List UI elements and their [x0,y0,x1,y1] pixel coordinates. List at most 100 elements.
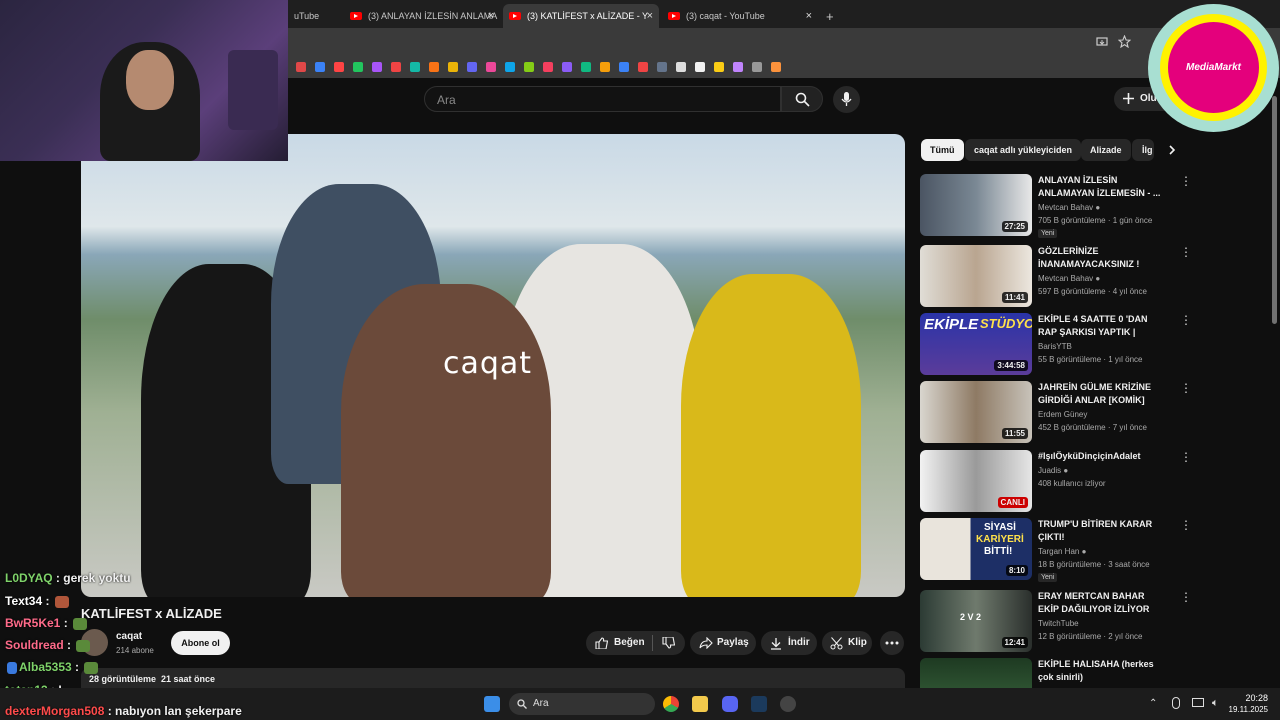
chrome-icon[interactable] [663,696,679,712]
bookmark-favicon-icon[interactable] [448,62,458,72]
bookmark-favicon-icon[interactable] [714,62,724,72]
recommendation-title[interactable]: GÖZLERİNİZE İNANAMAYACAKSINIZ ! [1038,245,1166,271]
recommendation-channel[interactable]: BarisYTB [1038,342,1072,351]
recommendation-channel[interactable]: TwitchTube [1038,619,1079,628]
bookmark-favicon-icon[interactable] [353,62,363,72]
recommendation-item[interactable]: CANLI #IşılÖyküDinçiçinAdalet Juadis ● 4… [920,450,1192,514]
more-vertical-icon[interactable]: ⋮ [1180,313,1192,327]
bookmark-favicon-icon[interactable] [505,62,515,72]
recommendation-title[interactable]: JAHREİN GÜLME KRİZİNE GİRDİĞİ ANLAR [KOM… [1038,381,1166,407]
chip-related[interactable]: İlg [1132,139,1154,161]
more-vertical-icon[interactable]: ⋮ [1180,174,1192,188]
bookmark-favicon-icon[interactable] [562,62,572,72]
app-icon[interactable] [780,696,796,712]
volume-icon[interactable]: 🔈︎ [1212,697,1219,710]
bookmark-favicon-icon[interactable] [771,62,781,72]
recommendation-item[interactable]: 2 V 2 12:41 ERAY MERTCAN BAHAR EKİP DAĞI… [920,590,1192,654]
chip-all[interactable]: Tümü [921,139,964,161]
bookmark-favicon-icon[interactable] [657,62,667,72]
more-vertical-icon[interactable]: ⋮ [1180,450,1192,464]
recommendation-channel[interactable]: Mevtcan Bahav ● [1038,274,1100,283]
new-tab-button[interactable]: + [820,4,840,28]
subscribe-button[interactable]: Abone ol [171,631,230,655]
more-vertical-icon[interactable]: ⋮ [1180,590,1192,604]
tab-close-icon[interactable]: × [488,10,494,22]
voice-search-button[interactable] [833,86,860,113]
more-vertical-icon[interactable]: ⋮ [1180,381,1192,395]
scrollbar-thumb[interactable] [1272,96,1277,324]
video-thumbnail[interactable]: 27:25 [920,174,1032,236]
search-input[interactable]: Ara [424,86,781,112]
file-explorer-icon[interactable] [692,696,708,712]
install-app-icon[interactable] [1096,36,1108,48]
recommendation-item[interactable]: 27:25 ANLAYAN İZLESİN ANLAMAYAN İZLEMESİ… [920,174,1192,238]
chevron-up-icon[interactable]: ⌃ [1149,698,1157,709]
like-button[interactable]: Beğen [586,631,652,655]
video-thumbnail[interactable]: 11:55 [920,381,1032,443]
recommendation-channel[interactable]: Juadis ● [1038,466,1068,475]
recommendation-title[interactable]: ANLAYAN İZLESİN ANLAMAYAN İZLEMESİN - ..… [1038,174,1166,200]
bookmark-favicon-icon[interactable] [695,62,705,72]
bookmark-favicon-icon[interactable] [334,62,344,72]
bookmark-favicon-icon[interactable] [372,62,382,72]
bookmark-favicon-icon[interactable] [733,62,743,72]
chevron-right-icon[interactable] [1166,144,1178,156]
browser-tab[interactable]: (3) ANLAYAN İZLESİN ANLAMA × [344,4,500,28]
bookmark-favicon-icon[interactable] [524,62,534,72]
bookmark-favicon-icon[interactable] [410,62,420,72]
recommendation-item[interactable]: EKİPLE STÜDYO 3:44:58 EKİPLE 4 SAATTE 0 … [920,313,1192,377]
recommendation-title[interactable]: EKİPLE 4 SAATTE 0 'DAN RAP ŞARKISI YAPTI… [1038,313,1166,339]
bookmark-favicon-icon[interactable] [391,62,401,72]
display-icon[interactable] [1192,698,1204,707]
video-thumbnail[interactable]: SİYASİ KARİYERİ BİTTİ! 8:10 [920,518,1032,580]
discord-icon[interactable] [722,696,738,712]
video-thumbnail[interactable]: CANLI [920,450,1032,512]
clip-button[interactable]: Klip [822,631,872,655]
browser-tab-active[interactable]: (3) KATLİFEST x ALİZADE - Y × [503,4,659,28]
browser-tab[interactable]: (3) caqat - YouTube × [662,4,818,28]
bookmark-favicon-icon[interactable] [752,62,762,72]
video-thumbnail[interactable]: 2 V 2 12:41 [920,590,1032,652]
bookmark-favicon-icon[interactable] [315,62,325,72]
more-actions-button[interactable] [880,631,904,655]
search-button[interactable] [781,86,823,112]
dislike-button[interactable] [653,631,685,655]
bookmark-favicon-icon[interactable] [467,62,477,72]
recommendation-title[interactable]: EKİPLE HALISAHA (herkes çok sinirli) [1038,658,1166,684]
description-box[interactable]: 28 görüntüleme 21 saat önce [81,668,905,690]
bookmark-favicon-icon[interactable] [619,62,629,72]
recommendation-channel[interactable]: Targan Han ● [1038,547,1086,556]
tab-close-icon[interactable]: × [806,10,812,22]
recommendation-title[interactable]: TRUMP'U BİTİREN KARAR ÇIKTI! [1038,518,1166,544]
recommendation-channel[interactable]: Erdem Güney [1038,410,1087,419]
browser-tab[interactable]: uTube [288,4,344,28]
bookmark-star-icon[interactable] [1118,35,1131,48]
more-vertical-icon[interactable]: ⋮ [1180,518,1192,532]
video-thumbnail[interactable]: 11:41 [920,245,1032,307]
bookmark-favicon-icon[interactable] [581,62,591,72]
channel-name[interactable]: caqat [116,631,142,642]
taskbar-search[interactable]: Ara [509,693,655,715]
steam-icon[interactable] [751,696,767,712]
bookmark-favicon-icon[interactable] [486,62,496,72]
recommendation-item[interactable]: EKİPLE HALISAHA (herkes çok sinirli) ⋮ [920,658,1180,688]
download-button[interactable]: İndir [761,631,817,655]
bookmark-favicon-icon[interactable] [600,62,610,72]
windows-start-icon[interactable] [484,696,500,712]
recommendation-title[interactable]: ERAY MERTCAN BAHAR EKİP DAĞILIYOR İZLİYO… [1038,590,1166,616]
bookmark-favicon-icon[interactable] [543,62,553,72]
bookmark-favicon-icon[interactable] [638,62,648,72]
video-thumbnail[interactable] [920,658,1032,688]
chip-alizade[interactable]: Alizade [1081,139,1131,161]
recommendation-item[interactable]: 11:55 JAHREİN GÜLME KRİZİNE GİRDİĞİ ANLA… [920,381,1192,445]
tab-close-icon[interactable]: × [647,10,653,22]
bookmark-favicon-icon[interactable] [676,62,686,72]
recommendation-item[interactable]: SİYASİ KARİYERİ BİTTİ! 8:10 TRUMP'U BİTİ… [920,518,1192,582]
recommendation-title[interactable]: #IşılÖyküDinçiçinAdalet [1038,450,1166,463]
bookmark-favicon-icon[interactable] [296,62,306,72]
recommendation-channel[interactable]: Mevtcan Bahav ● [1038,203,1100,212]
recommendation-item[interactable]: 11:41 GÖZLERİNİZE İNANAMAYACAKSINIZ ! Me… [920,245,1192,309]
chip-from-uploader[interactable]: caqat adlı yükleyiciden [965,139,1082,161]
video-player[interactable]: caqat [81,134,905,597]
more-vertical-icon[interactable]: ⋮ [1180,245,1192,259]
